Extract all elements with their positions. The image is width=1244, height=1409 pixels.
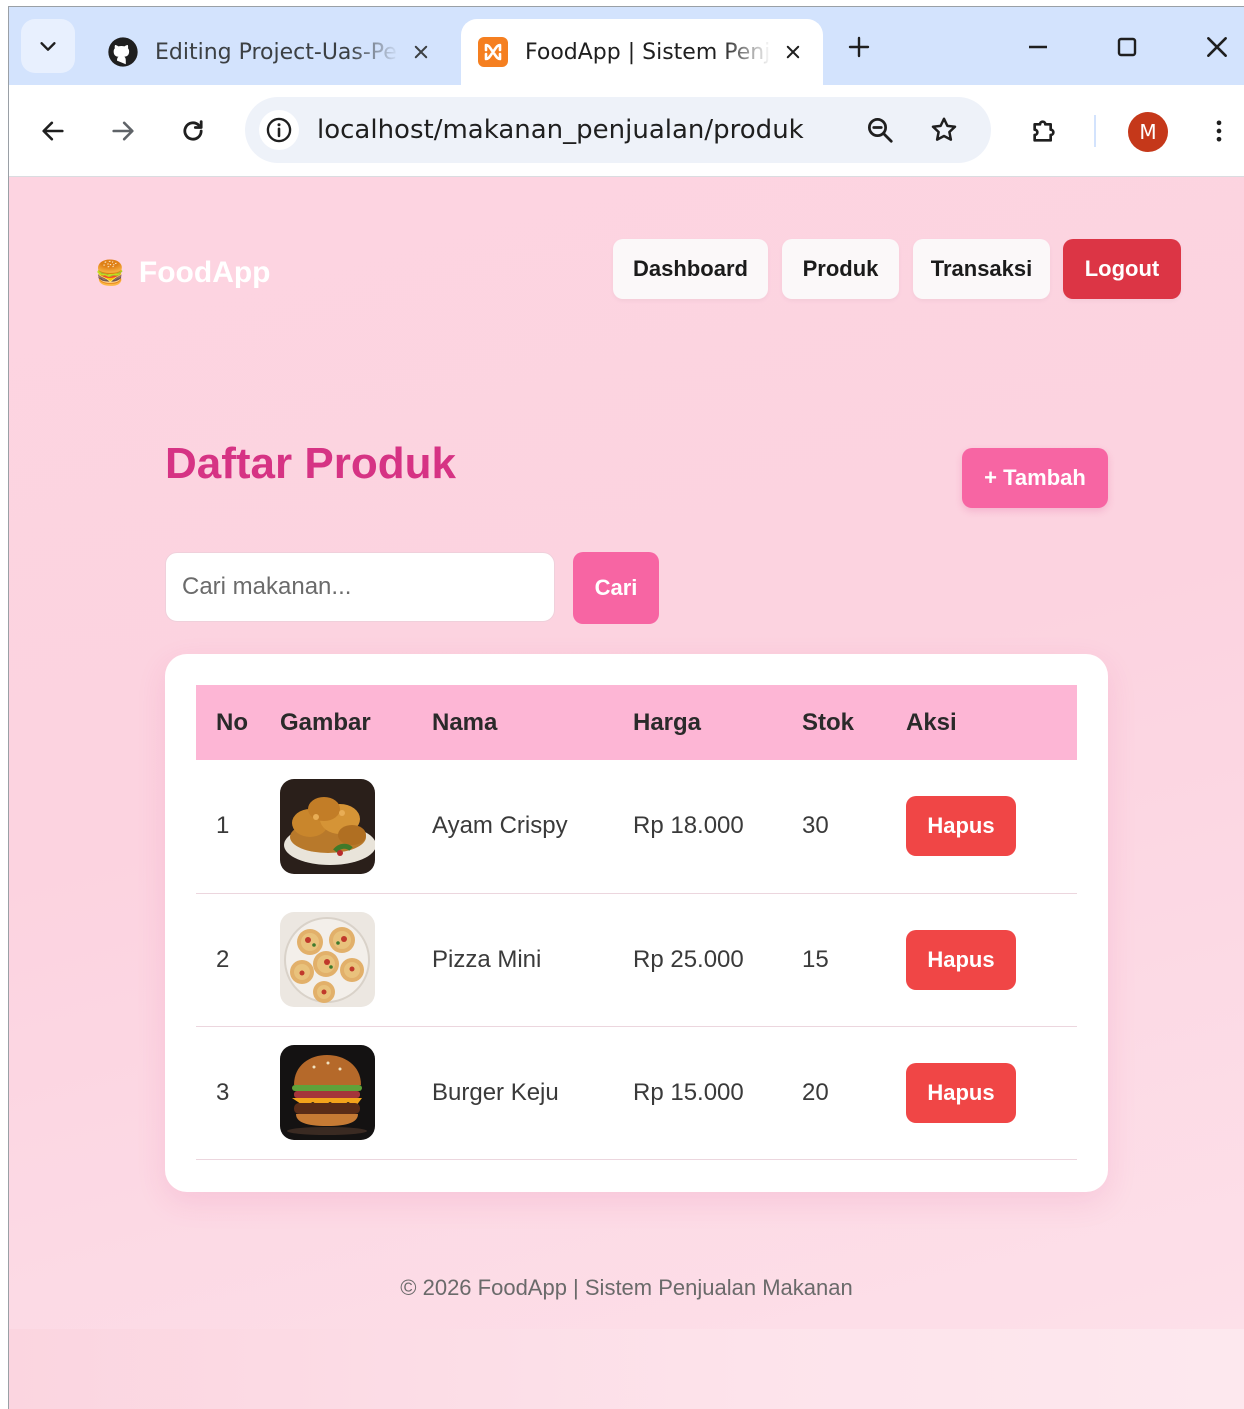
- product-price: Rp 25.000: [633, 945, 744, 973]
- footer-text: © 2026 FoodApp | Sistem Penjualan Makana…: [400, 1275, 853, 1300]
- fried-chicken-image: [280, 778, 375, 874]
- maximize-icon: [1117, 37, 1137, 57]
- add-product-button[interactable]: + Tambah: [962, 448, 1108, 508]
- product-stock: 30: [802, 812, 829, 840]
- page-title: Daftar Produk: [165, 439, 456, 488]
- tab-foodapp[interactable]: FoodApp | Sistem Penj: [461, 19, 823, 85]
- header-aksi: Aksi: [906, 708, 957, 736]
- header-stok: Stok: [802, 708, 855, 736]
- forward-button[interactable]: [103, 111, 143, 151]
- header-no: No: [216, 708, 248, 736]
- tab-title: FoodApp | Sistem Penj: [525, 39, 771, 65]
- zoom-icon[interactable]: [861, 111, 899, 149]
- browser-window: Editing Project-Uas-Pe FoodApp | Sistem …: [8, 6, 1244, 1409]
- product-name: Burger Keju: [432, 1078, 559, 1106]
- browser-toolbar: localhost/makanan_penjualan/produk M: [9, 85, 1244, 177]
- bookmark-star-icon[interactable]: [925, 111, 963, 149]
- maximize-button[interactable]: [1107, 27, 1147, 67]
- reload-icon: [183, 120, 203, 141]
- close-icon[interactable]: [407, 38, 435, 66]
- menu-button[interactable]: [1199, 111, 1239, 151]
- puzzle-icon: [1033, 120, 1055, 142]
- product-table-card: No Gambar Nama Harga Stok Aksi 1 Ayam Cr…: [165, 654, 1108, 1192]
- toolbar-divider: [1094, 115, 1096, 147]
- delete-button[interactable]: Hapus: [906, 796, 1016, 857]
- table-row: 3 Burger Keju Rp 15.000 20 Hapus: [196, 1026, 1077, 1159]
- search-input[interactable]: [165, 552, 555, 622]
- logout-button[interactable]: Logout: [1063, 239, 1181, 299]
- row-number: 3: [216, 1078, 230, 1106]
- tab-search-button[interactable]: [21, 19, 75, 73]
- address-bar[interactable]: localhost/makanan_penjualan/produk: [245, 97, 991, 163]
- arrow-right-icon: [112, 121, 134, 141]
- header-harga: Harga: [633, 708, 702, 736]
- close-icon: [1207, 37, 1227, 57]
- page-bottom-band: [9, 1329, 1244, 1409]
- product-name: Ayam Crispy: [432, 812, 568, 840]
- minimize-icon: [1029, 45, 1047, 49]
- site-info-icon[interactable]: [259, 110, 299, 150]
- header-nama: Nama: [432, 708, 498, 736]
- tab-strip: Editing Project-Uas-Pe FoodApp | Sistem …: [9, 7, 1244, 85]
- table-row: 2 Pizza Mini Rp 25.000 15 Hapus: [196, 893, 1077, 1026]
- minimize-button[interactable]: [1018, 27, 1058, 67]
- header-gambar: Gambar: [280, 708, 371, 736]
- mini-pizza-image: [280, 912, 375, 1007]
- product-price: Rp 15.000: [633, 1078, 744, 1106]
- nav-transaksi[interactable]: Transaksi: [913, 239, 1050, 299]
- page-content: 🍔 FoodApp Dashboard Produk Transaksi Log…: [9, 177, 1244, 1409]
- xampp-icon: [477, 36, 509, 68]
- delete-button[interactable]: Hapus: [906, 929, 1016, 990]
- plus-icon: [848, 36, 870, 58]
- github-icon: [107, 36, 139, 68]
- table-row: 1 Ayam Crispy Rp 18.000 30 Hapus: [196, 760, 1077, 893]
- delete-button[interactable]: Hapus: [906, 1062, 1016, 1123]
- profile-avatar[interactable]: M: [1128, 112, 1168, 152]
- more-vert-icon: [1216, 120, 1222, 142]
- new-tab-button[interactable]: [841, 29, 877, 65]
- row-number: 2: [216, 945, 230, 973]
- product-stock: 15: [802, 945, 829, 973]
- tab-title: Editing Project-Uas-Pe: [155, 39, 397, 65]
- close-icon[interactable]: [779, 38, 807, 66]
- nav-produk[interactable]: Produk: [782, 239, 899, 299]
- row-number: 1: [216, 812, 230, 840]
- url-text[interactable]: localhost/makanan_penjualan/produk: [317, 97, 804, 163]
- extensions-button[interactable]: [1024, 111, 1064, 151]
- product-stock: 20: [802, 1078, 829, 1106]
- search-button[interactable]: Cari: [573, 552, 659, 624]
- reload-button[interactable]: [173, 111, 213, 151]
- product-price: Rp 18.000: [633, 812, 744, 840]
- brand-logo[interactable]: 🍔 FoodApp: [95, 253, 271, 293]
- close-window-button[interactable]: [1197, 27, 1237, 67]
- brand-name: FoodApp: [138, 256, 271, 289]
- arrow-left-icon: [42, 121, 64, 141]
- back-button[interactable]: [33, 111, 73, 151]
- tab-github[interactable]: Editing Project-Uas-Pe: [91, 19, 451, 85]
- product-table: No Gambar Nama Harga Stok Aksi 1 Ayam Cr…: [196, 685, 1077, 1160]
- nav-dashboard[interactable]: Dashboard: [613, 239, 768, 299]
- cheeseburger-image: [280, 1045, 375, 1140]
- product-name: Pizza Mini: [432, 945, 542, 973]
- chevron-down-icon: [40, 42, 56, 51]
- burger-icon: 🍔: [95, 259, 125, 287]
- table-header-row: No Gambar Nama Harga Stok Aksi: [196, 685, 1077, 760]
